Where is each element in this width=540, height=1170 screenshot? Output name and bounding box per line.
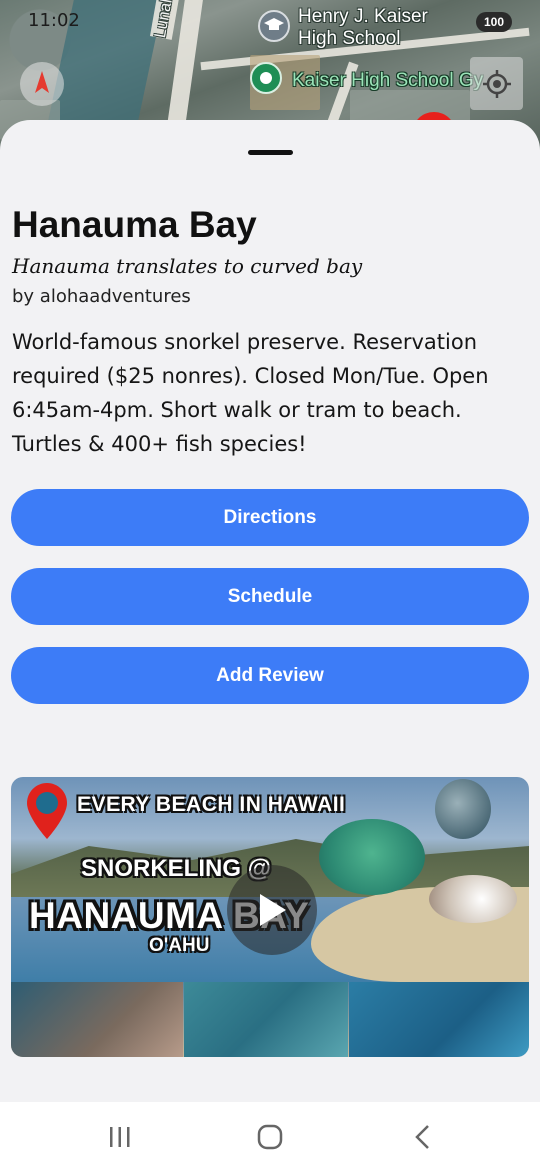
- sheet-drag-handle[interactable]: [248, 150, 293, 155]
- place-details-sheet: Hanauma Bay Hanauma translates to curved…: [0, 120, 540, 1102]
- video-banner-text: EVERY BEACH IN HAWAII: [77, 793, 346, 816]
- video-scene-shell: [429, 875, 517, 923]
- video-scene-strip: [184, 982, 348, 1057]
- place-title: Hanauma Bay: [12, 204, 257, 245]
- place-description: World-famous snorkel preserve. Reservati…: [12, 330, 489, 456]
- recents-icon[interactable]: [100, 1122, 140, 1152]
- compass-icon[interactable]: [20, 62, 64, 106]
- map-pin-icon: [27, 783, 67, 844]
- play-icon[interactable]: [227, 865, 317, 955]
- map-label-school[interactable]: Henry J. Kaiser High School: [298, 6, 428, 50]
- directions-button[interactable]: Directions: [11, 489, 529, 546]
- app-root: 11:02 100 Henry J. Kaiser High School Ka…: [0, 0, 540, 1170]
- map-label-school-text: Henry J. Kaiser High School: [298, 6, 428, 49]
- battery-badge: 100: [476, 12, 512, 32]
- my-location-icon[interactable]: [470, 57, 523, 110]
- video-title-line3: O'AHU: [149, 935, 210, 956]
- video-scene-strip: [349, 982, 529, 1057]
- video-scene-strip: [11, 982, 183, 1057]
- add-review-button[interactable]: Add Review: [11, 647, 529, 704]
- video-thumbnail[interactable]: EVERY BEACH IN HAWAII SNORKELING @ HANAU…: [11, 777, 529, 1057]
- place-subtitle: Hanauma translates to curved bay: [12, 254, 363, 278]
- map-label-gym[interactable]: Kaiser High School Gy: [292, 70, 483, 92]
- back-icon[interactable]: [402, 1122, 442, 1152]
- video-scene-turtle: [319, 819, 425, 895]
- video-scene-fish: [435, 779, 491, 839]
- place-author: by alohaadventures: [12, 286, 191, 307]
- graduation-cap-icon[interactable]: [258, 10, 290, 42]
- system-nav-bar: [0, 1102, 540, 1170]
- status-time: 11:02: [28, 10, 80, 31]
- schedule-button[interactable]: Schedule: [11, 568, 529, 625]
- location-dot-icon[interactable]: [250, 62, 282, 94]
- home-icon[interactable]: [250, 1122, 290, 1152]
